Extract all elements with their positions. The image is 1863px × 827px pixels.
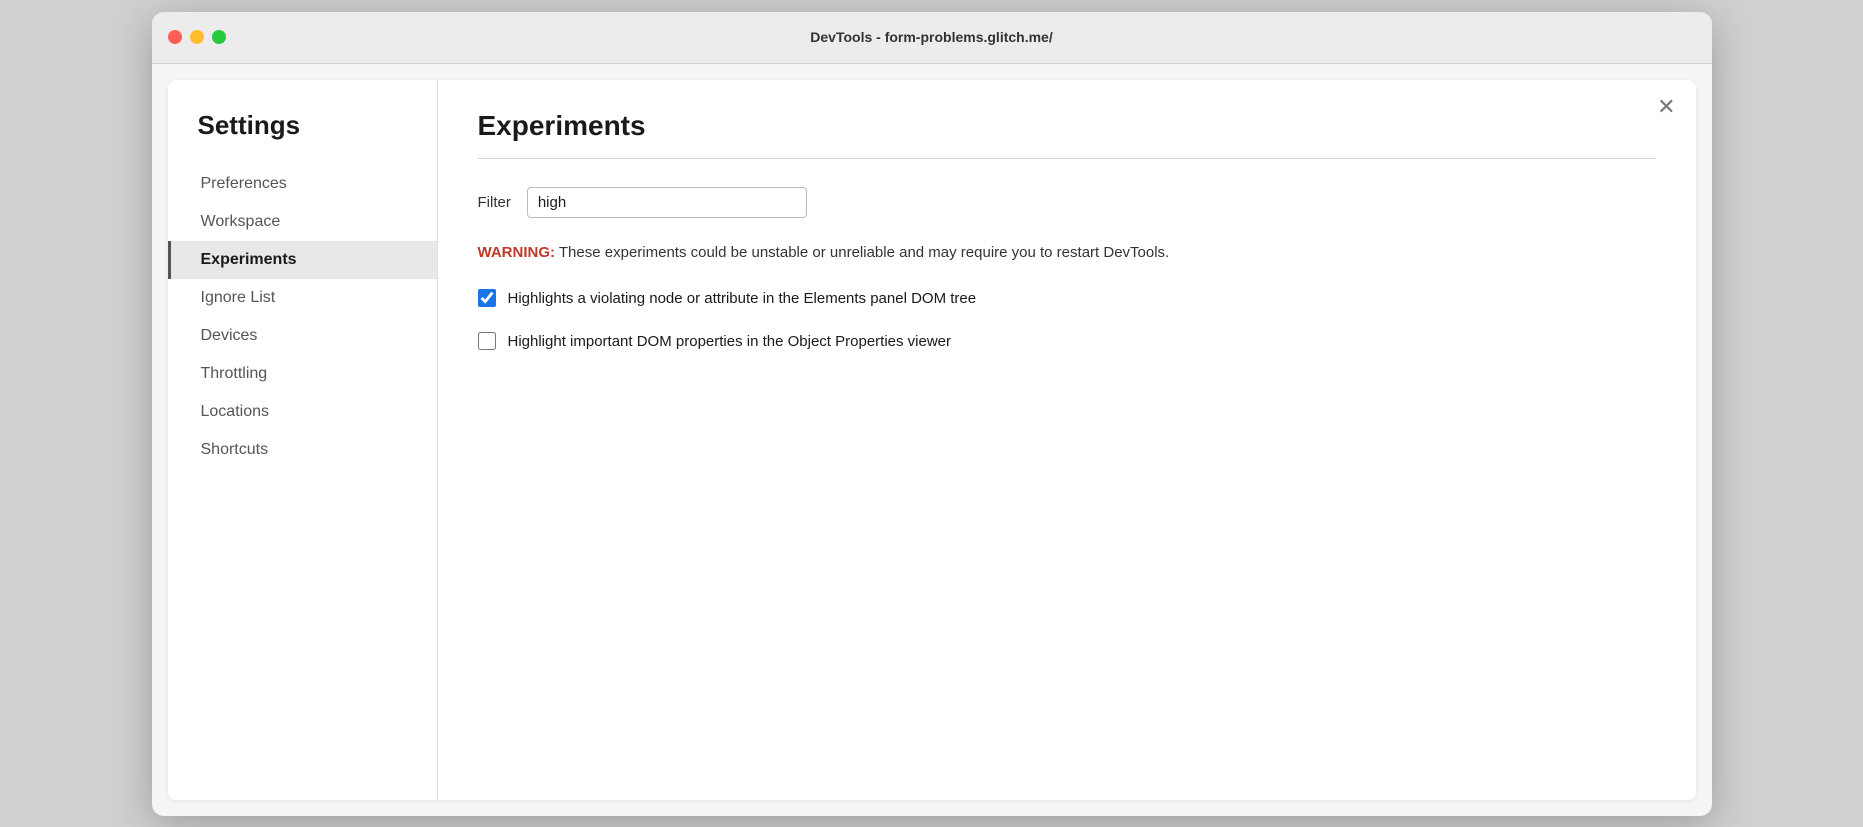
sidebar-item-devices[interactable]: Devices <box>168 317 437 355</box>
sidebar-item-throttling[interactable]: Throttling <box>168 355 437 393</box>
experiment-item-1: Highlights a violating node or attribute… <box>478 288 1656 311</box>
filter-input[interactable] <box>527 187 807 218</box>
sidebar-item-workspace[interactable]: Workspace <box>168 203 437 241</box>
warning-text: WARNING: These experiments could be unst… <box>478 242 1656 265</box>
window-title: DevTools - form-problems.glitch.me/ <box>810 29 1052 45</box>
minimize-traffic-light[interactable] <box>190 30 204 44</box>
close-traffic-light[interactable] <box>168 30 182 44</box>
sidebar: Settings Preferences Workspace Experimen… <box>168 80 438 800</box>
sidebar-item-locations[interactable]: Locations <box>168 393 437 431</box>
page-title: Experiments <box>478 110 1656 142</box>
close-button[interactable]: ✕ <box>1657 96 1675 118</box>
experiment-label-1[interactable]: Highlights a violating node or attribute… <box>508 288 977 311</box>
sidebar-item-preferences[interactable]: Preferences <box>168 165 437 203</box>
sidebar-item-shortcuts[interactable]: Shortcuts <box>168 431 437 469</box>
divider <box>478 158 1656 159</box>
filter-row: Filter <box>478 187 1656 218</box>
experiment-item-2: Highlight important DOM properties in th… <box>478 331 1656 354</box>
maximize-traffic-light[interactable] <box>212 30 226 44</box>
sidebar-heading: Settings <box>168 110 437 165</box>
warning-label: WARNING: <box>478 244 556 261</box>
experiment-checkbox-2[interactable] <box>478 332 496 350</box>
sidebar-item-ignore-list[interactable]: Ignore List <box>168 279 437 317</box>
warning-body: These experiments could be unstable or u… <box>555 244 1169 261</box>
window-body: Settings Preferences Workspace Experimen… <box>168 80 1696 800</box>
experiment-label-2[interactable]: Highlight important DOM properties in th… <box>508 331 952 354</box>
main-content: ✕ Experiments Filter WARNING: These expe… <box>438 80 1696 800</box>
experiment-checkbox-1[interactable] <box>478 289 496 307</box>
devtools-window: DevTools - form-problems.glitch.me/ Sett… <box>152 12 1712 816</box>
titlebar: DevTools - form-problems.glitch.me/ <box>152 12 1712 64</box>
sidebar-item-experiments[interactable]: Experiments <box>168 241 437 279</box>
traffic-lights <box>168 30 226 44</box>
filter-label: Filter <box>478 194 511 211</box>
